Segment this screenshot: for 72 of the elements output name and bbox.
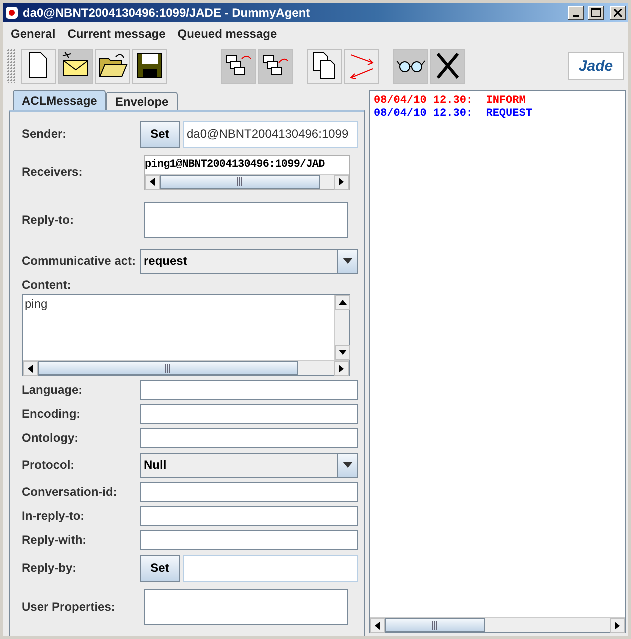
input-field[interactable] xyxy=(140,506,358,526)
input-field[interactable]: da0@NBNT2004130496:1099 xyxy=(183,120,358,148)
set-button[interactable]: Set xyxy=(140,554,180,582)
scroll-left-icon[interactable] xyxy=(375,622,380,630)
field-label: Receivers: xyxy=(22,165,84,179)
app-icon xyxy=(5,6,19,20)
toolbar-button[interactable] xyxy=(258,48,293,84)
dropdown-caret-icon xyxy=(342,258,352,264)
scroll-right-icon[interactable] xyxy=(339,178,344,186)
dropdown[interactable]: Null xyxy=(140,452,358,478)
field-label: Reply-to: xyxy=(22,213,75,227)
close-button[interactable] xyxy=(610,6,626,20)
field-label: Encoding: xyxy=(22,407,82,421)
field-label: Conversation-id: xyxy=(22,485,118,499)
log-entry[interactable]: 08/04/10 12.30: INFORM xyxy=(374,95,621,107)
input-field[interactable] xyxy=(144,589,348,625)
scroll-down-icon[interactable] xyxy=(338,350,346,355)
receivers-list[interactable]: ping1@NBNT2004130496:1099/JAD xyxy=(144,154,350,190)
tab[interactable]: Envelope xyxy=(106,92,178,110)
menu-item[interactable]: General xyxy=(5,27,62,41)
tab[interactable]: ACLMessage xyxy=(13,90,106,110)
field-label: Protocol: xyxy=(22,458,76,472)
maximize-button[interactable] xyxy=(588,6,604,20)
grip-icon xyxy=(164,364,172,372)
input-field[interactable] xyxy=(140,530,358,550)
horizontal-scrollbar[interactable] xyxy=(23,360,349,375)
content-text-area[interactable]: ping xyxy=(22,294,350,376)
scroll-right-icon[interactable] xyxy=(339,364,344,372)
scroll-left-icon[interactable] xyxy=(28,364,33,372)
toolbar-button[interactable] xyxy=(95,48,130,84)
field-label: Ontology: xyxy=(22,431,80,445)
field-label: Reply-by: xyxy=(22,561,78,575)
set-button[interactable]: Set xyxy=(140,120,180,148)
horizontal-scrollbar[interactable] xyxy=(370,617,625,632)
log-entry[interactable]: 08/04/10 12.30: REQUEST xyxy=(374,108,621,120)
toolbar-button[interactable] xyxy=(307,48,342,84)
grip-icon xyxy=(236,177,244,186)
field-label: Language: xyxy=(22,383,84,397)
jade-logo: Jade xyxy=(568,52,624,80)
input-field[interactable] xyxy=(140,428,358,448)
dropdown-caret-icon xyxy=(342,462,352,468)
toolbar-button[interactable] xyxy=(393,48,428,84)
minimize-button[interactable] xyxy=(568,6,584,20)
toolbar-button[interactable] xyxy=(132,48,167,84)
menu-item[interactable]: Current message xyxy=(62,27,172,41)
input-field[interactable] xyxy=(140,482,358,502)
field-label: In-reply-to: xyxy=(22,509,86,523)
scroll-right-icon[interactable] xyxy=(615,622,620,630)
toolbar-button[interactable] xyxy=(58,48,93,84)
scroll-left-icon[interactable] xyxy=(150,178,155,186)
field-label: Communicative act: xyxy=(22,254,138,268)
input-field[interactable] xyxy=(140,380,358,400)
input-field[interactable] xyxy=(144,202,348,238)
grip-icon xyxy=(432,620,438,630)
minimize-icon xyxy=(573,14,579,16)
close-icon xyxy=(614,8,622,16)
maximize-icon xyxy=(591,8,601,17)
window-title: da0@NBNT2004130496:1099/JADE - DummyAgent xyxy=(23,6,312,20)
toolbar-button[interactable] xyxy=(221,48,256,84)
field-label: Reply-with: xyxy=(22,533,88,547)
field-label: Sender: xyxy=(22,127,68,141)
dropdown[interactable]: request xyxy=(140,248,358,274)
scroll-up-icon[interactable] xyxy=(338,300,346,305)
vertical-scrollbar[interactable] xyxy=(334,295,349,360)
menu-item[interactable]: Queued message xyxy=(172,27,284,41)
horizontal-scrollbar[interactable] xyxy=(145,174,349,188)
input-field[interactable] xyxy=(183,554,358,582)
input-field[interactable] xyxy=(140,404,358,424)
field-label: User Properties: xyxy=(22,600,116,614)
toolbar-grip[interactable] xyxy=(7,49,15,83)
toolbar-button[interactable] xyxy=(21,48,56,84)
field-label: Content: xyxy=(22,278,72,292)
